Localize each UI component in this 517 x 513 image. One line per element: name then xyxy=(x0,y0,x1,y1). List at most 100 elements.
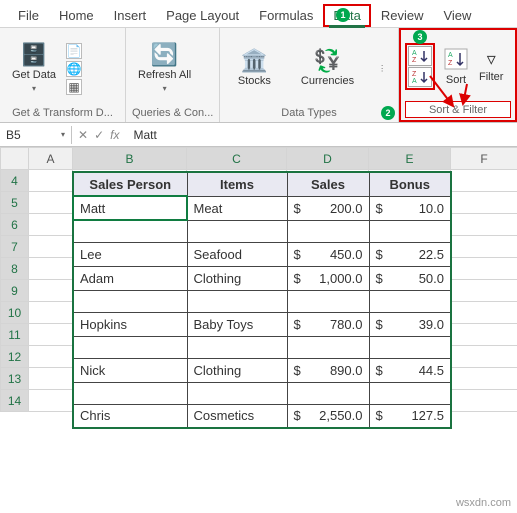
col-f[interactable]: F xyxy=(451,148,517,170)
enter-icon[interactable]: ✓ xyxy=(94,128,104,142)
col-e[interactable]: E xyxy=(369,148,451,170)
svg-text:A: A xyxy=(448,52,453,59)
svg-text:A: A xyxy=(412,78,417,85)
formula-bar: B5 ▾ ✕ ✓ fx Matt xyxy=(0,123,517,147)
fx-icon[interactable]: fx xyxy=(110,128,119,142)
svg-text:Z: Z xyxy=(412,71,417,78)
row-4[interactable]: 4 xyxy=(1,170,29,192)
hdr-sales-person: Sales Person xyxy=(73,172,187,196)
sort-az-button[interactable]: AZ xyxy=(408,46,432,66)
name-box-value: B5 xyxy=(6,128,21,142)
filter-button[interactable]: ▿ Filter xyxy=(477,50,505,83)
tab-formulas[interactable]: Formulas xyxy=(249,4,323,27)
tab-insert[interactable]: Insert xyxy=(104,4,157,27)
more-datatypes[interactable]: ⋮ xyxy=(378,64,386,73)
col-b[interactable]: B xyxy=(73,148,187,170)
row-8[interactable]: 8 xyxy=(1,258,29,280)
worksheet[interactable]: A B C D E F 4567891011121314 Sales Perso… xyxy=(0,147,517,412)
col-a[interactable]: A xyxy=(29,148,73,170)
tab-review[interactable]: Review xyxy=(371,4,434,27)
refresh-icon: 🔄 xyxy=(151,44,178,66)
svg-text:A: A xyxy=(412,50,417,57)
refresh-label: Refresh All xyxy=(138,69,191,81)
currencies-label: Currencies xyxy=(301,75,354,87)
stocks-icon: 🏛️ xyxy=(241,50,268,72)
cell-sp[interactable]: Lee xyxy=(73,242,187,266)
col-c[interactable]: C xyxy=(187,148,287,170)
hdr-items: Items xyxy=(187,172,287,196)
callout-3: 3 xyxy=(413,30,427,44)
watermark: wsxdn.com xyxy=(456,497,511,509)
group-queries: Queries & Con... xyxy=(132,105,213,120)
cell-sa[interactable]: 780.0 xyxy=(287,312,369,336)
cell-it[interactable]: Meat xyxy=(187,196,287,220)
data-table[interactable]: Sales Person Items Sales Bonus MattMeat2… xyxy=(72,171,452,429)
cell-bo[interactable]: 10.0 xyxy=(369,196,451,220)
formula-value[interactable]: Matt xyxy=(125,126,517,144)
name-box[interactable]: B5 ▾ xyxy=(0,126,72,144)
hdr-sales: Sales xyxy=(287,172,369,196)
stocks-button[interactable]: 🏛️ Stocks xyxy=(232,48,277,89)
group-datatypes: Data Types xyxy=(226,105,392,120)
cell-sp[interactable]: Matt xyxy=(73,196,187,220)
tab-pagelayout[interactable]: Page Layout xyxy=(156,4,249,27)
col-d[interactable]: D xyxy=(287,148,369,170)
row-5[interactable]: 5 xyxy=(1,192,29,214)
row-11[interactable]: 11 xyxy=(1,324,29,346)
chevron-down-icon: ▾ xyxy=(163,84,167,93)
hdr-bonus: Bonus xyxy=(369,172,451,196)
group-sort-filter: Sort & Filter xyxy=(405,101,511,118)
cell-sp[interactable]: Chris xyxy=(73,404,187,428)
chevron-down-icon: ▾ xyxy=(32,84,36,93)
get-data-label: Get Data xyxy=(12,69,56,81)
row-10[interactable]: 10 xyxy=(1,302,29,324)
from-web-button[interactable]: 🌐 xyxy=(66,61,82,77)
cell-sa[interactable]: 2,550.0 xyxy=(287,404,369,428)
select-all[interactable] xyxy=(1,148,29,170)
get-data-button[interactable]: 🗄️ Get Data ▾ xyxy=(6,42,62,95)
svg-text:Z: Z xyxy=(412,57,417,64)
from-text-button[interactable]: 📄 xyxy=(66,43,82,59)
cell-sa[interactable]: 200.0 xyxy=(287,196,369,220)
row-14[interactable]: 14 xyxy=(1,390,29,412)
refresh-all-button[interactable]: 🔄 Refresh All ▾ xyxy=(132,42,197,95)
cell-bo[interactable]: 50.0 xyxy=(369,266,451,290)
cell-it[interactable]: Clothing xyxy=(187,266,287,290)
cell-it[interactable]: Cosmetics xyxy=(187,404,287,428)
cell-bo[interactable]: 22.5 xyxy=(369,242,451,266)
cell-bo[interactable]: 44.5 xyxy=(369,358,451,382)
row-12[interactable]: 12 xyxy=(1,346,29,368)
stocks-label: Stocks xyxy=(238,75,271,87)
cell-it[interactable]: Seafood xyxy=(187,242,287,266)
cancel-icon[interactable]: ✕ xyxy=(78,128,88,142)
cell-it[interactable]: Clothing xyxy=(187,358,287,382)
row-6[interactable]: 6 xyxy=(1,214,29,236)
cell-sp[interactable]: Nick xyxy=(73,358,187,382)
from-table-button[interactable]: ▦ xyxy=(66,79,82,95)
cell-sp[interactable]: Hopkins xyxy=(73,312,187,336)
tab-view[interactable]: View xyxy=(433,4,481,27)
row-7[interactable]: 7 xyxy=(1,236,29,258)
currencies-button[interactable]: 💱 Currencies xyxy=(295,48,360,89)
filter-label: Filter xyxy=(479,71,503,83)
sort-za-button[interactable]: ZA xyxy=(408,67,432,87)
cell-it[interactable]: Baby Toys xyxy=(187,312,287,336)
cell-sp[interactable]: Adam xyxy=(73,266,187,290)
svg-text:Z: Z xyxy=(448,60,453,67)
tab-file[interactable]: File xyxy=(8,4,49,27)
ribbon: 🗄️ Get Data ▾ 📄 🌐 ▦ Get & Transform D...… xyxy=(0,28,517,123)
ribbon-tabs: File Home Insert Page Layout Formulas Da… xyxy=(0,0,517,28)
tab-home[interactable]: Home xyxy=(49,4,104,27)
sort-button[interactable]: AZ Sort xyxy=(439,47,473,86)
cell-sa[interactable]: 450.0 xyxy=(287,242,369,266)
callout-1: 1 xyxy=(336,8,350,22)
cell-bo[interactable]: 127.5 xyxy=(369,404,451,428)
cell-sa[interactable]: 1,000.0 xyxy=(287,266,369,290)
cell-sa[interactable]: 890.0 xyxy=(287,358,369,382)
filter-icon: ▿ xyxy=(487,50,496,68)
callout-2: 2 xyxy=(381,106,395,120)
cell-bo[interactable]: 39.0 xyxy=(369,312,451,336)
currencies-icon: 💱 xyxy=(314,50,341,72)
row-9[interactable]: 9 xyxy=(1,280,29,302)
row-13[interactable]: 13 xyxy=(1,368,29,390)
